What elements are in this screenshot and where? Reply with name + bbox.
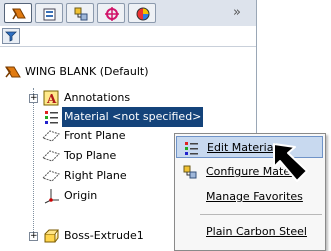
tree-item-material[interactable]: Material <not specified> [24, 107, 254, 127]
expand-icon[interactable]: + [29, 232, 38, 241]
tree-item-label: Material <not specified> [62, 107, 204, 127]
tree-item-right-plane[interactable]: Right Plane [24, 166, 174, 186]
tab-configuration-manager[interactable] [66, 3, 94, 23]
material-icon [45, 111, 58, 124]
svg-text:A: A [46, 92, 57, 106]
tree-item-label: Annotations [64, 91, 131, 104]
tree-item-origin[interactable]: Origin [24, 186, 174, 206]
annotations-icon: A [43, 90, 59, 106]
tree-root[interactable]: WING BLANK (Default) [4, 62, 254, 82]
tree-root-label: WING BLANK (Default) [25, 65, 149, 78]
menu-item-manage-favorites[interactable]: Manage Favorites [176, 186, 323, 208]
tree-item-label: Front Plane [64, 129, 126, 142]
tree-item-annotations[interactable]: + A Annotations [24, 88, 254, 108]
part-icon [5, 66, 21, 78]
configure-icon [183, 165, 197, 179]
tab-dimxpert-manager[interactable] [97, 3, 125, 23]
tree-item-label: Boss-Extrude1 [64, 229, 144, 242]
tree-item-boss-extrude[interactable]: + Boss-Extrude1 [24, 226, 174, 246]
origin-icon [44, 189, 59, 204]
plane-icon [42, 170, 60, 182]
display-manager-icon [136, 7, 150, 21]
menu-separator [200, 214, 322, 215]
extrude-icon [44, 229, 59, 243]
mouse-pointer-icon [273, 143, 308, 182]
tree-item-front-plane[interactable]: Front Plane [24, 126, 174, 146]
dimxpert-icon [105, 7, 119, 21]
more-tabs-chevron-icon[interactable]: » [233, 5, 241, 20]
menu-item-label: Manage Favorites [206, 190, 303, 203]
configuration-manager-icon [74, 7, 88, 21]
property-manager-icon [43, 8, 56, 21]
feature-manager-icon [12, 8, 26, 20]
menu-item-label: Plain Carbon Steel [206, 225, 307, 238]
filter-bar [0, 26, 256, 47]
tree-item-label: Origin [64, 189, 98, 202]
tab-display-manager[interactable] [128, 3, 156, 23]
menu-item-plain-carbon-steel[interactable]: Plain Carbon Steel [176, 221, 323, 243]
tab-feature-manager[interactable] [4, 3, 32, 23]
filter-button[interactable] [2, 28, 20, 44]
tree-item-label: Right Plane [64, 169, 127, 182]
material-icon [185, 142, 198, 155]
funnel-icon [5, 31, 17, 42]
menu-item-label: Edit Material [207, 141, 277, 154]
plane-icon [42, 150, 60, 162]
tree-item-label: Top Plane [64, 149, 117, 162]
tree-item-top-plane[interactable]: Top Plane [24, 146, 174, 166]
expand-icon[interactable]: + [29, 94, 38, 103]
tab-property-manager[interactable] [35, 3, 63, 23]
plane-icon [42, 130, 60, 142]
